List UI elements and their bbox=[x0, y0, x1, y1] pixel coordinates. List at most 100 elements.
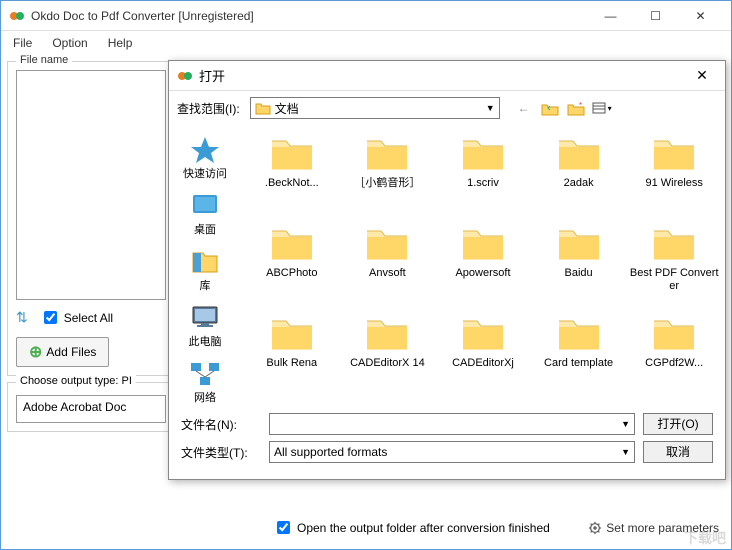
file-name: .BeckNot... bbox=[265, 177, 319, 190]
file-item[interactable]: CADEditorX 14 bbox=[341, 311, 435, 397]
view-menu-button[interactable]: ▾ bbox=[592, 99, 612, 117]
file-item[interactable]: CADEditorXj bbox=[436, 311, 530, 397]
select-all-input[interactable] bbox=[44, 311, 57, 324]
file-name: ABCPhoto bbox=[266, 267, 317, 280]
select-all-label: Select All bbox=[64, 311, 113, 325]
add-files-label: Add Files bbox=[46, 345, 96, 359]
file-name: Card template bbox=[544, 357, 613, 370]
file-item[interactable]: Baidu bbox=[532, 221, 626, 307]
file-item[interactable]: Card template bbox=[532, 311, 626, 397]
titlebar: Okdo Doc to Pdf Converter [Unregistered]… bbox=[1, 1, 731, 31]
file-name: Apowersoft bbox=[455, 267, 510, 280]
dialog-toolbar: 查找范围(I): 文档 ▼ ← * ▾ bbox=[169, 91, 725, 125]
folder-icon bbox=[555, 313, 603, 353]
file-list[interactable] bbox=[16, 70, 166, 300]
file-list-header: File name bbox=[16, 54, 72, 66]
chevron-down-icon: ▼ bbox=[486, 103, 495, 113]
file-item[interactable]: ［小鹤音形］ bbox=[341, 131, 435, 217]
file-name: Bulk Rena bbox=[266, 357, 317, 370]
filetype-value: All supported formats bbox=[274, 445, 387, 459]
place-label: 此电脑 bbox=[189, 333, 222, 349]
up-folder-button[interactable] bbox=[540, 99, 560, 117]
open-folder-checkbox[interactable]: Open the output folder after conversion … bbox=[273, 518, 550, 537]
file-item[interactable]: 2adak bbox=[532, 131, 626, 217]
menubar: File Option Help bbox=[1, 31, 731, 55]
menu-help[interactable]: Help bbox=[100, 34, 141, 52]
filename-input[interactable]: ▼ bbox=[269, 413, 635, 435]
open-folder-input[interactable] bbox=[277, 521, 290, 534]
cancel-button[interactable]: 取消 bbox=[643, 441, 713, 463]
open-button[interactable]: 打开(O) bbox=[643, 413, 713, 435]
network-icon bbox=[189, 359, 221, 387]
select-all-checkbox[interactable]: Select All bbox=[40, 308, 113, 327]
file-name: Best PDF Converter bbox=[629, 267, 719, 293]
folder-icon bbox=[650, 223, 698, 263]
folder-icon bbox=[459, 313, 507, 353]
place-libraries[interactable]: 库 bbox=[169, 243, 241, 297]
place-label: 快速访问 bbox=[183, 165, 227, 181]
maximize-button[interactable]: ☐ bbox=[633, 2, 678, 30]
watermark: 下载吧 bbox=[684, 528, 726, 548]
file-name: CADEditorXj bbox=[452, 357, 514, 370]
folder-icon bbox=[363, 133, 411, 173]
folder-icon bbox=[555, 223, 603, 263]
chevron-down-icon: ▼ bbox=[621, 447, 630, 457]
folder-icon bbox=[363, 313, 411, 353]
dialog-titlebar: 打开 ✕ bbox=[169, 61, 725, 91]
reorder-icon[interactable]: ⇅ bbox=[16, 309, 28, 326]
desktop-icon bbox=[189, 191, 221, 219]
app-icon bbox=[9, 8, 25, 24]
menu-option[interactable]: Option bbox=[44, 34, 95, 52]
open-dialog: 打开 ✕ 查找范围(I): 文档 ▼ ← * ▾ 快速访问桌面库此电脑网络 .B… bbox=[168, 60, 726, 480]
file-item[interactable]: ABCPhoto bbox=[245, 221, 339, 307]
file-item[interactable]: CGPdf2W... bbox=[627, 311, 721, 397]
places-bar: 快速访问桌面库此电脑网络 bbox=[169, 125, 241, 407]
folder-icon bbox=[650, 133, 698, 173]
file-item[interactable]: .BeckNot... bbox=[245, 131, 339, 217]
file-name: 2adak bbox=[564, 177, 594, 190]
look-in-value: 文档 bbox=[275, 100, 299, 117]
back-button[interactable]: ← bbox=[514, 99, 534, 117]
file-name: 91 Wireless bbox=[645, 177, 702, 190]
place-thispc[interactable]: 此电脑 bbox=[169, 299, 241, 353]
output-type-value[interactable]: Adobe Acrobat Doc bbox=[16, 395, 166, 423]
file-item[interactable]: 91 Wireless bbox=[627, 131, 721, 217]
minimize-button[interactable]: — bbox=[588, 2, 633, 30]
file-name: Baidu bbox=[565, 267, 593, 280]
file-name: CADEditorX 14 bbox=[350, 357, 425, 370]
close-button[interactable]: ✕ bbox=[678, 2, 723, 30]
folder-icon bbox=[459, 133, 507, 173]
place-label: 库 bbox=[200, 277, 211, 293]
filetype-combo[interactable]: All supported formats ▼ bbox=[269, 441, 635, 463]
place-label: 网络 bbox=[194, 389, 216, 405]
window-title: Okdo Doc to Pdf Converter [Unregistered] bbox=[31, 9, 588, 23]
new-folder-button[interactable]: * bbox=[566, 99, 586, 117]
file-item[interactable]: Apowersoft bbox=[436, 221, 530, 307]
add-files-button[interactable]: ⊕ Add Files bbox=[16, 337, 109, 367]
dialog-app-icon bbox=[177, 68, 193, 84]
svg-text:*: * bbox=[579, 101, 582, 110]
folder-icon bbox=[555, 133, 603, 173]
plus-icon: ⊕ bbox=[29, 342, 42, 362]
dialog-title: 打开 bbox=[199, 66, 687, 85]
look-in-combo[interactable]: 文档 ▼ bbox=[250, 97, 500, 119]
look-in-label: 查找范围(I): bbox=[177, 100, 240, 117]
file-name: CGPdf2W... bbox=[645, 357, 703, 370]
menu-file[interactable]: File bbox=[5, 34, 40, 52]
folder-icon bbox=[255, 101, 271, 115]
dialog-close-button[interactable]: ✕ bbox=[687, 67, 717, 84]
folder-icon bbox=[268, 223, 316, 263]
toolbar-icons: ← * ▾ bbox=[514, 99, 612, 117]
place-network[interactable]: 网络 bbox=[169, 355, 241, 409]
folder-icon bbox=[268, 133, 316, 173]
file-item[interactable]: Bulk Rena bbox=[245, 311, 339, 397]
file-item[interactable]: Anvsoft bbox=[341, 221, 435, 307]
file-item[interactable]: 1.scriv bbox=[436, 131, 530, 217]
place-quick[interactable]: 快速访问 bbox=[169, 131, 241, 185]
folder-icon bbox=[459, 223, 507, 263]
file-grid[interactable]: .BeckNot... ［小鹤音形］1.scriv 2adak 91 Wireless… bbox=[241, 125, 725, 407]
file-item[interactable]: Best PDF Converter bbox=[627, 221, 721, 307]
filename-label: 文件名(N): bbox=[181, 416, 261, 433]
place-desktop[interactable]: 桌面 bbox=[169, 187, 241, 241]
footer: Open the output folder after conversion … bbox=[1, 514, 731, 541]
